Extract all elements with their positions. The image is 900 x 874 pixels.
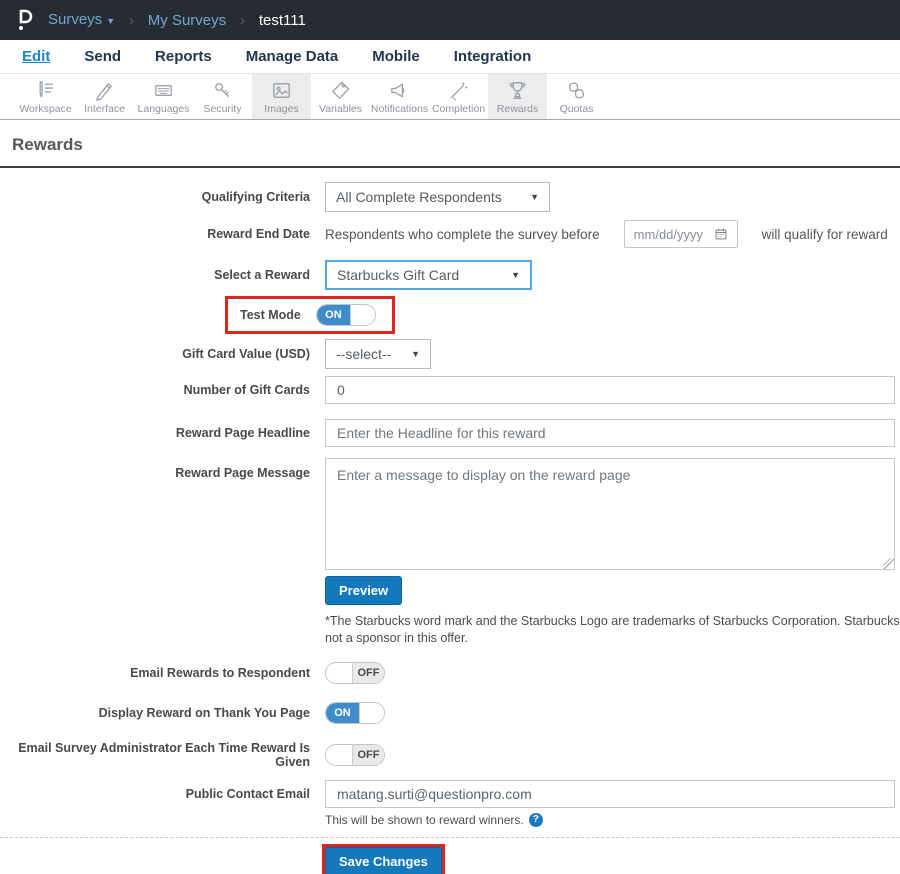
toolbar-item-workspace[interactable]: Workspace [16,74,75,119]
select-reward-row: Select a Reward Starbucks Gift Card ▼ [0,260,900,290]
message-label: Reward Page Message [175,466,310,480]
public-email-helper-row: This will be shown to reward winners. ? [325,812,895,827]
test-mode-toggle[interactable]: ON [315,304,376,326]
public-email-helper-text: This will be shown to reward winners. [325,812,524,827]
interface-icon [96,83,112,101]
save-row: Save Changes [322,843,900,874]
toolbar-item-images[interactable]: Images [252,74,311,119]
save-highlight-box: Save Changes [322,843,445,874]
gift-card-value-select[interactable]: --select-- ▼ [325,339,431,369]
tab-manage-data[interactable]: Manage Data [246,48,339,65]
starbucks-trademark-note: *The Starbucks word mark and the Starbuc… [325,614,900,646]
breadcrumb-separator-icon: › [129,12,134,28]
public-email-row: Public Contact Email [0,779,900,809]
num-gift-cards-label: Number of Gift Cards [183,383,310,397]
main-tab-bar: Edit Send Reports Manage Data Mobile Int… [0,40,900,74]
email-admin-row: Email Survey Administrator Each Time Rew… [0,741,900,769]
select-caret-icon: ▼ [511,270,520,280]
rewards-form: Qualifying Criteria All Complete Respond… [0,168,900,874]
test-mode-row: Test Mode ON [225,296,900,334]
breadcrumb-separator-icon: › [240,12,245,28]
message-row: Reward Page Message [0,458,900,570]
help-icon[interactable]: ? [528,812,543,827]
public-email-input[interactable] [325,779,895,808]
reward-end-date-row: Reward End Date Respondents who complete… [0,219,900,249]
quotas-icon [568,82,585,99]
headline-input[interactable] [325,419,895,447]
rewards-icon [509,82,526,99]
completion-icon [450,82,468,101]
breadcrumb-current-survey: test111 [258,11,306,29]
num-gift-cards-input[interactable] [325,376,895,404]
tab-send[interactable]: Send [84,48,121,65]
preview-button[interactable]: Preview [325,576,403,605]
toolbar-item-completion[interactable]: Completion [429,74,488,119]
select-caret-icon: ▼ [411,349,420,359]
message-textarea[interactable] [325,458,895,570]
calendar-icon [715,228,727,240]
toolbar-item-variables[interactable]: Variables [311,74,370,119]
num-gift-cards-row: Number of Gift Cards [0,375,900,405]
languages-icon [155,85,172,96]
security-icon [215,83,229,97]
tab-edit[interactable]: Edit [22,48,50,65]
select-caret-icon: ▼ [530,192,539,202]
settings-icon-toolbar: Workspace Interface Languages Security I… [0,74,900,120]
tab-reports[interactable]: Reports [155,48,212,65]
variables-icon [332,81,350,99]
page-title: Rewards [12,135,83,154]
display-reward-row: Display Reward on Thank You Page ON [0,701,900,725]
gift-card-value-row: Gift Card Value (USD) --select-- ▼ [0,339,900,369]
notifications-icon [391,83,405,98]
footer-dashed-divider [0,836,900,838]
toolbar-item-interface[interactable]: Interface [75,74,134,119]
workspace-icon [39,81,53,98]
save-changes-button[interactable]: Save Changes [325,846,442,874]
qualifying-criteria-select[interactable]: All Complete Respondents ▼ [325,182,550,212]
toolbar-item-rewards[interactable]: Rewards [488,74,547,119]
select-reward-select[interactable]: Starbucks Gift Card ▼ [325,260,532,290]
toolbar-item-security[interactable]: Security [193,74,252,119]
email-rewards-label: Email Rewards to Respondent [130,665,310,680]
images-icon [273,83,290,98]
preview-row: Preview [325,576,895,605]
headline-label: Reward Page Headline [175,426,310,440]
email-rewards-toggle[interactable]: OFF [325,661,385,684]
end-date-before-text: Respondents who complete the survey befo… [325,226,600,242]
chevron-down-icon: ▼ [106,16,116,26]
display-reward-label: Display Reward on Thank You Page [98,705,310,720]
email-rewards-row: Email Rewards to Respondent OFF [0,661,900,685]
email-admin-label: Email Survey Administrator Each Time Rew… [18,740,310,769]
tab-mobile[interactable]: Mobile [372,48,420,65]
display-reward-toggle[interactable]: ON [325,701,385,724]
toolbar-item-languages[interactable]: Languages [134,74,193,119]
toolbar-item-notifications[interactable]: Notifications [370,74,429,119]
select-reward-label: Select a Reward [214,268,310,282]
tab-integration[interactable]: Integration [454,48,532,65]
top-header-bar: Surveys ▼ › My Surveys › test111 [0,0,900,40]
headline-row: Reward Page Headline [0,418,900,448]
toolbar-item-quotas[interactable]: Quotas [547,74,606,119]
test-mode-highlight-box: Test Mode ON [225,296,395,334]
end-date-after-text: will qualify for reward [761,226,888,242]
qualifying-criteria-label: Qualifying Criteria [201,190,310,204]
public-email-label: Public Contact Email [185,786,310,801]
breadcrumb-my-surveys[interactable]: My Surveys [148,12,226,29]
qualifying-criteria-row: Qualifying Criteria All Complete Respond… [0,182,900,212]
questionpro-logo-icon[interactable] [12,5,38,35]
reward-end-date-label: Reward End Date [207,227,310,241]
gift-card-value-label: Gift Card Value (USD) [182,347,310,361]
reward-end-date-input[interactable]: mm/dd/yyyy [623,220,738,248]
test-mode-label: Test Mode [240,308,301,322]
email-admin-toggle[interactable]: OFF [325,743,385,766]
breadcrumb-surveys[interactable]: Surveys ▼ [48,11,115,29]
